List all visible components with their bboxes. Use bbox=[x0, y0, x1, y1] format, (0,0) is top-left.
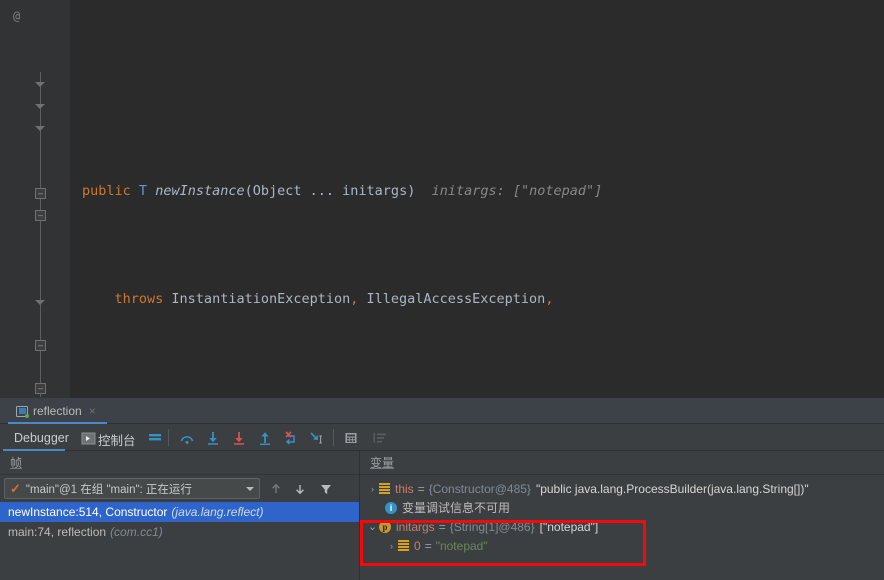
filter-frames-icon[interactable] bbox=[316, 479, 336, 498]
tab-debugger-label: Debugger bbox=[14, 430, 69, 445]
variable-row[interactable]: ⌄ p initargs = {String[1]@486} ["notepad… bbox=[366, 517, 598, 536]
variable-value: "public java.lang.ProcessBuilder(java.la… bbox=[535, 481, 809, 496]
variable-row[interactable]: › 0 = "notepad" bbox=[385, 536, 488, 555]
run-tab-reflection[interactable]: reflection × bbox=[8, 398, 104, 424]
code-editor[interactable]: @ @CallerSensitive public T newInstance(… bbox=[0, 0, 884, 398]
frames-header: 帧 bbox=[0, 451, 359, 475]
parameter-icon: p bbox=[379, 520, 391, 533]
variable-equals: = bbox=[424, 538, 432, 553]
frame-up-icon[interactable] bbox=[266, 479, 286, 498]
tab-debugger[interactable]: Debugger bbox=[8, 424, 75, 451]
frame-row[interactable]: main:74, reflection (com.cc1) bbox=[0, 522, 359, 542]
variable-value: ["notepad"] bbox=[539, 519, 599, 534]
variable-value: "notepad" bbox=[435, 538, 488, 553]
debug-tool-window: reflection × Debugger 控制台 帧 ✓ "main"@1 在… bbox=[0, 398, 884, 580]
frame-row[interactable]: newInstance:514, Constructor (java.lang.… bbox=[0, 502, 359, 522]
force-step-into-icon[interactable] bbox=[230, 429, 248, 447]
toolbar-divider bbox=[168, 429, 169, 446]
frame-package: (java.lang.reflect) bbox=[171, 505, 264, 519]
fold-marker-icon[interactable] bbox=[35, 210, 46, 221]
run-tab-bar[interactable]: reflection × bbox=[0, 398, 884, 424]
thread-selector-value: "main"@1 在组 "main": 正在运行 bbox=[25, 483, 192, 496]
fold-marker-icon[interactable] bbox=[35, 297, 46, 308]
frame-method: newInstance:514, Constructor bbox=[8, 505, 168, 519]
fold-marker-icon[interactable] bbox=[35, 79, 46, 90]
variable-equals: = bbox=[417, 481, 425, 496]
tab-console-label[interactable]: 控制台 bbox=[98, 430, 136, 449]
variables-panel: 变量 › this = {Constructor@485} "public ja… bbox=[360, 451, 884, 580]
variable-name: this bbox=[395, 481, 414, 496]
code-line[interactable]: @CallerSensitive bbox=[70, 87, 884, 94]
drop-frame-icon[interactable] bbox=[282, 429, 300, 447]
variable-name: 0 bbox=[414, 538, 421, 553]
code-line[interactable]: public T newInstance(Object ... initargs… bbox=[70, 181, 884, 203]
code-lines[interactable]: @CallerSensitive public T newInstance(Ob… bbox=[70, 0, 884, 398]
code-line[interactable]: throws InstantiationException, IllegalAc… bbox=[70, 289, 884, 311]
annotation-marker-icon: @ bbox=[13, 9, 21, 23]
chevron-right-icon[interactable]: › bbox=[385, 541, 398, 551]
fold-marker-icon[interactable] bbox=[35, 340, 46, 351]
chevron-right-icon[interactable]: › bbox=[366, 484, 379, 494]
variables-header: 变量 bbox=[360, 451, 884, 475]
step-out-icon[interactable] bbox=[256, 429, 274, 447]
settings-list-icon[interactable] bbox=[371, 429, 389, 447]
editor-gutter[interactable]: @ bbox=[0, 0, 70, 398]
check-icon: ✓ bbox=[10, 480, 21, 496]
frames-panel: 帧 ✓ "main"@1 在组 "main": 正在运行 newInstance… bbox=[0, 451, 359, 580]
info-icon: i bbox=[385, 501, 397, 514]
variable-ref: {Constructor@485} bbox=[428, 481, 531, 496]
fold-marker-icon[interactable] bbox=[35, 123, 46, 134]
fold-marker-icon[interactable] bbox=[35, 383, 46, 394]
frame-package: (com.cc1) bbox=[110, 525, 163, 539]
view-breakpoints-icon[interactable] bbox=[146, 429, 164, 447]
chevron-down-icon[interactable]: ⌄ bbox=[366, 520, 379, 533]
field-icon bbox=[398, 540, 409, 551]
evaluate-expression-icon[interactable] bbox=[342, 429, 360, 447]
step-into-icon[interactable] bbox=[204, 429, 222, 447]
variable-name: initargs bbox=[396, 519, 435, 534]
frame-down-icon[interactable] bbox=[290, 479, 310, 498]
frame-method: main:74, reflection bbox=[8, 525, 107, 539]
run-configuration-icon bbox=[16, 405, 29, 418]
close-icon[interactable]: × bbox=[89, 404, 96, 418]
step-over-icon[interactable] bbox=[178, 429, 196, 447]
chevron-down-icon[interactable] bbox=[246, 487, 254, 491]
variable-row[interactable]: › this = {Constructor@485} "public java.… bbox=[366, 479, 809, 498]
run-to-cursor-icon[interactable] bbox=[308, 429, 326, 447]
fold-marker-icon[interactable] bbox=[35, 101, 46, 112]
console-icon[interactable] bbox=[79, 429, 97, 447]
variable-equals: = bbox=[438, 519, 446, 534]
fold-marker-icon[interactable] bbox=[35, 188, 46, 199]
thread-selector[interactable]: ✓ "main"@1 在组 "main": 正在运行 bbox=[4, 478, 260, 499]
debugger-toolbar[interactable]: Debugger 控制台 bbox=[0, 424, 884, 451]
variable-info-text: 变量调试信息不可用 bbox=[402, 501, 511, 515]
idea-debugger-window: @ @CallerSensitive public T newInstance(… bbox=[0, 0, 884, 580]
variable-ref: {String[1]@486} bbox=[449, 519, 535, 534]
run-tab-label: reflection bbox=[33, 404, 82, 418]
variable-info-row: i 变量调试信息不可用 bbox=[385, 498, 510, 517]
field-icon bbox=[379, 483, 390, 494]
toolbar-divider bbox=[333, 429, 334, 446]
